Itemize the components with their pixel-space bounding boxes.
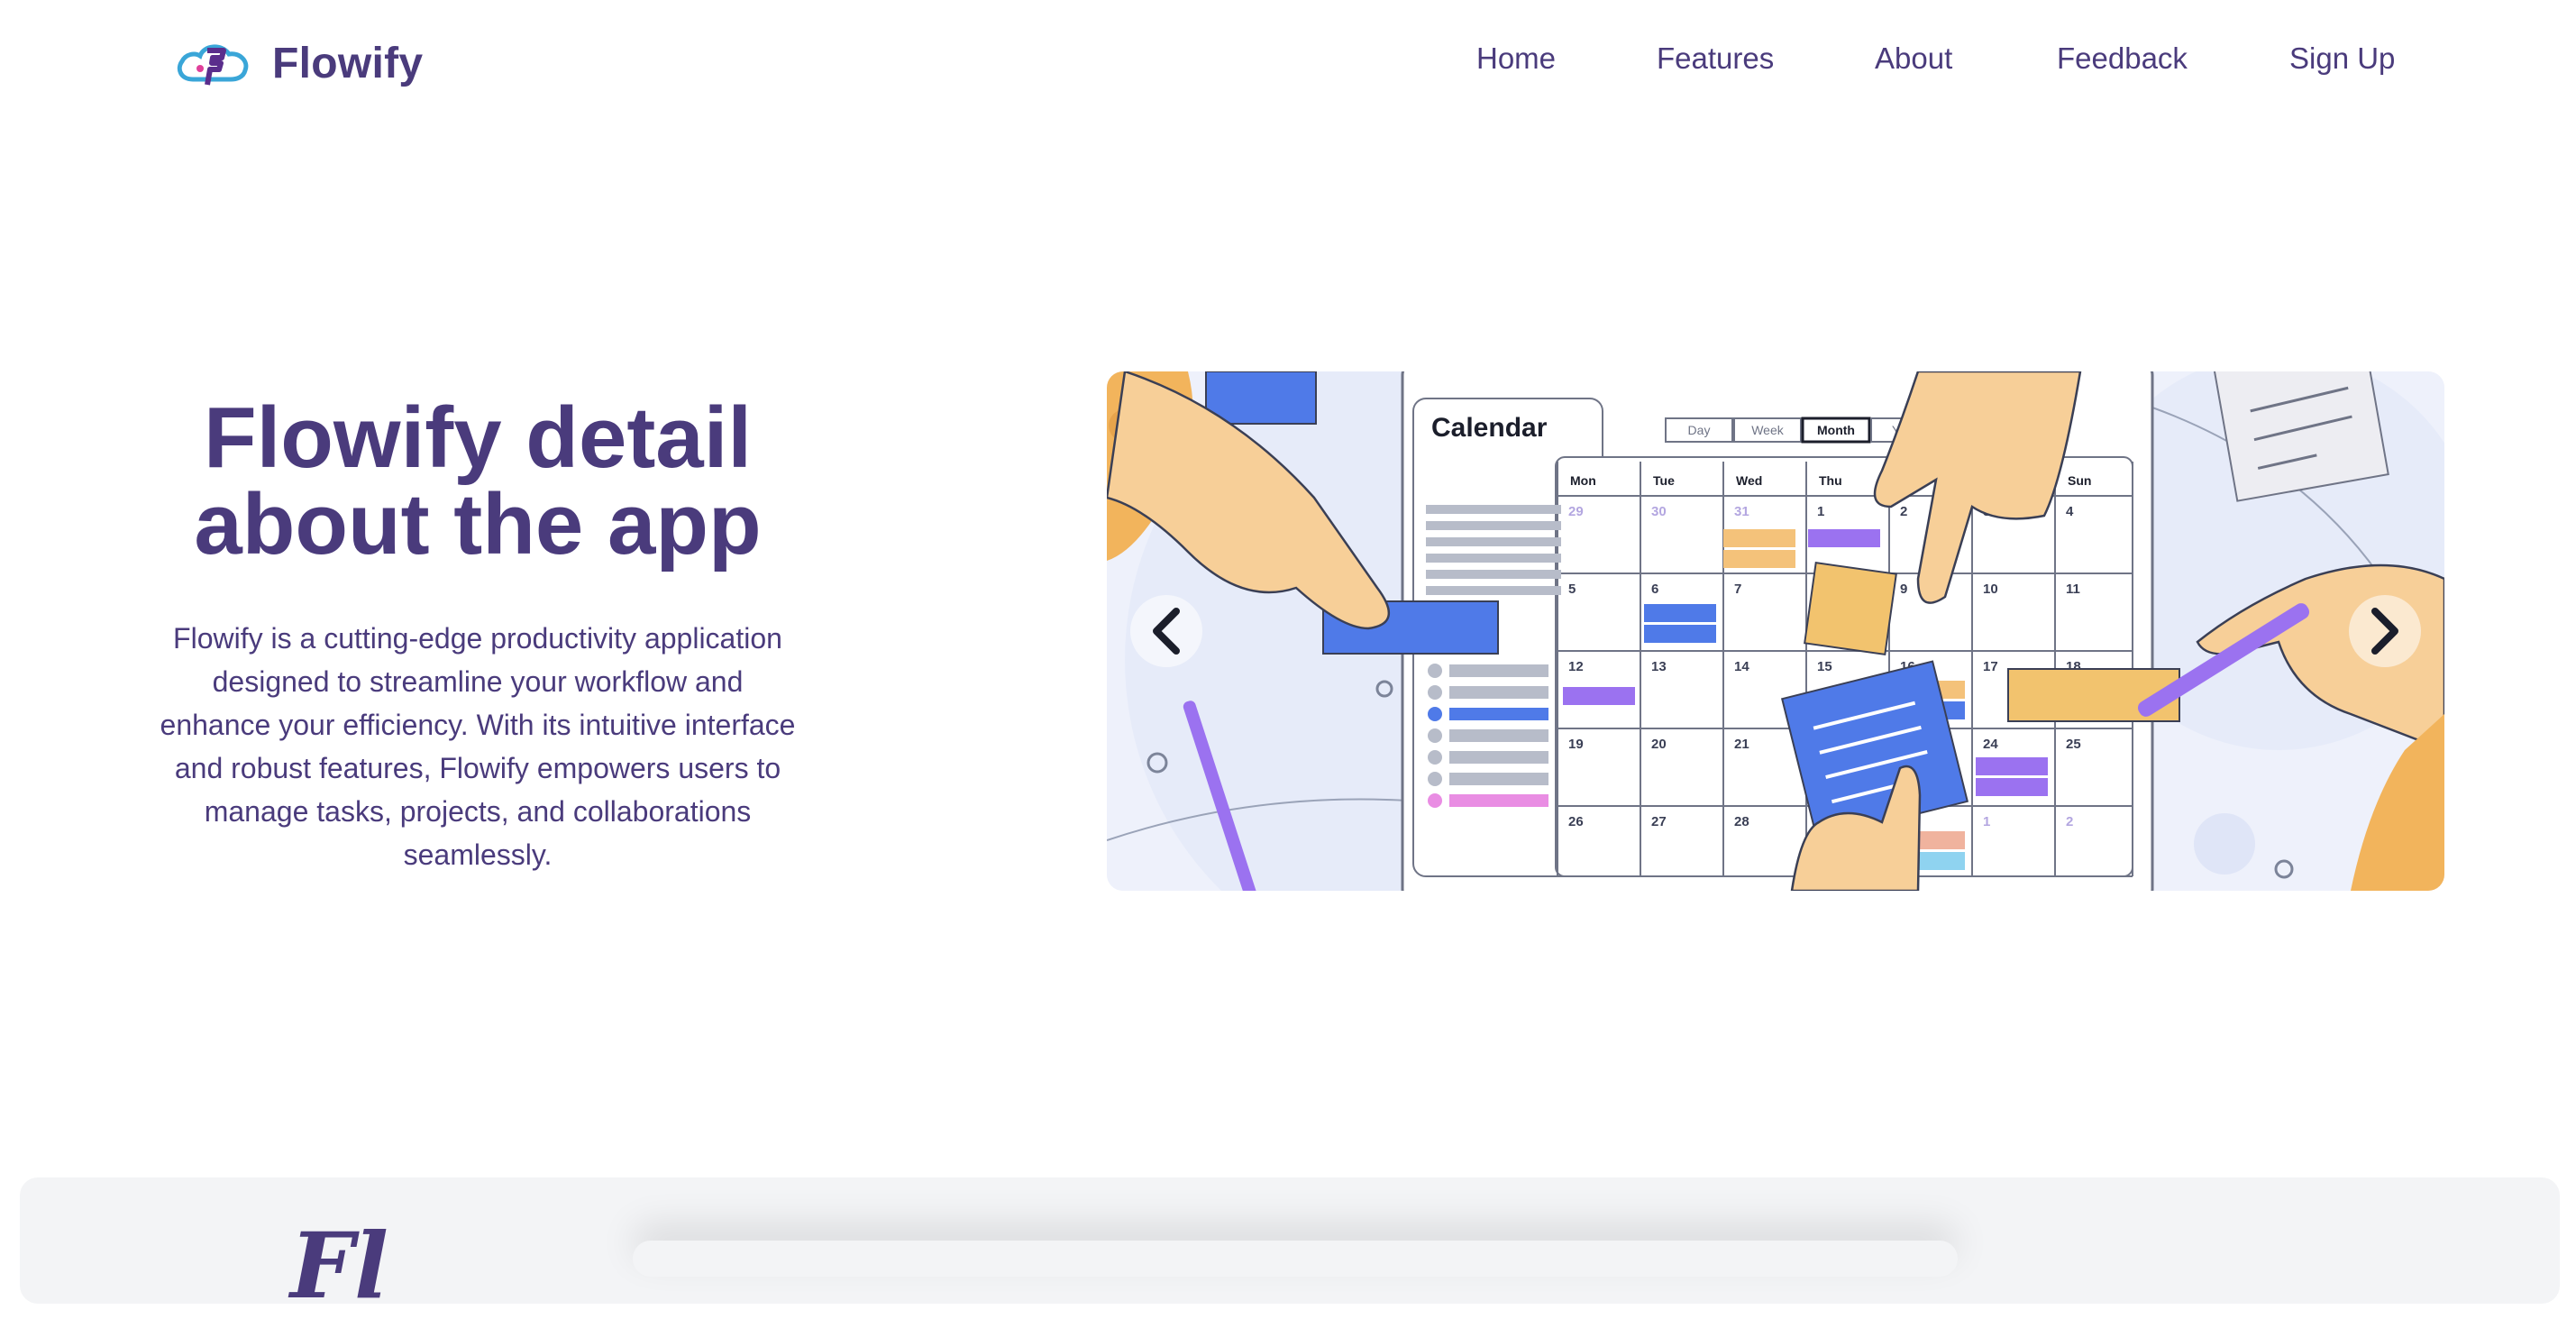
calendar-day-number: 15	[1817, 659, 1832, 674]
calendar-day-number: 25	[2066, 737, 2081, 752]
carousel-next-button[interactable]	[2349, 595, 2421, 667]
calendar-day-number: 13	[1651, 659, 1667, 674]
calendar-weekday-label: Thu	[1819, 473, 1842, 488]
calendar-day-number: 1	[1817, 504, 1824, 519]
calendar-day-number: 12	[1568, 659, 1584, 674]
nav-features-link[interactable]: Features	[1657, 41, 1774, 76]
calendar-day-number: 9	[1900, 582, 1907, 597]
calendar-day-number: 30	[1651, 504, 1667, 519]
calendar-day-number: 20	[1651, 737, 1667, 752]
carousel-prev-button[interactable]	[1130, 595, 1202, 667]
calendar-day-number: 11	[2066, 582, 2080, 597]
calendar-weekday-label: Tue	[1653, 473, 1675, 488]
chevron-left-icon	[1153, 608, 1180, 655]
section-logo-text: Fl	[290, 1213, 388, 1319]
calendar-day-number: 24	[1983, 737, 1998, 752]
nav-about-link[interactable]: About	[1875, 41, 1952, 76]
calendar-day-number: 4	[2066, 504, 2074, 519]
calendar-day-number: 17	[1983, 659, 1998, 674]
calendar-view-label: Week	[1751, 423, 1785, 437]
calendar-day-number: 27	[1651, 814, 1667, 829]
calendar-weekday-label: Sun	[2068, 473, 2091, 488]
calendar-weekday-label: Mon	[1570, 473, 1596, 488]
calendar-view-label: Month	[1817, 423, 1855, 437]
calendar-day-number: 19	[1568, 737, 1584, 752]
calendar-day-number: 14	[1734, 659, 1749, 674]
calendar-day-number: 21	[1734, 737, 1749, 752]
calendar-weekday-label: Wed	[1736, 473, 1762, 488]
calendar-day-number: 31	[1734, 504, 1749, 519]
nav-feedback-link[interactable]: Feedback	[2057, 41, 2188, 76]
hero-title: Flowify detail about the app	[194, 389, 762, 572]
calendar-day-number: 10	[1983, 582, 1998, 597]
top-navbar: Flowify Home Features About Feedback Sig…	[0, 0, 2576, 126]
section-card-shadow	[633, 1241, 1958, 1277]
features-section-preview: Fl	[20, 1177, 2560, 1311]
calendar-day-number: 1	[1983, 814, 1990, 829]
calendar-title-text: Calendar	[1431, 413, 1548, 443]
calendar-day-number: 26	[1568, 814, 1584, 829]
main-nav: Home Features About Feedback Sign Up	[0, 0, 2576, 126]
hero-carousel: Calendar DayWeekMonthYear MonTueWedThuFr…	[1107, 371, 2444, 891]
calendar-day-number: 5	[1568, 582, 1576, 597]
calendar-illustration: Calendar DayWeekMonthYear MonTueWedThuFr…	[1107, 371, 2444, 891]
nav-home-link[interactable]: Home	[1476, 41, 1556, 76]
calendar-day-number: 6	[1651, 582, 1658, 597]
calendar-day-number: 2	[1900, 504, 1907, 519]
calendar-day-number: 29	[1568, 504, 1584, 519]
calendar-day-number: 28	[1734, 814, 1749, 829]
calendar-day-number: 7	[1734, 582, 1741, 597]
calendar-view-label: Day	[1688, 423, 1711, 437]
nav-signup-link[interactable]: Sign Up	[2289, 41, 2395, 76]
calendar-day-number: 2	[2066, 814, 2073, 829]
hero-description: Flowify is a cutting-edge productivity a…	[160, 622, 796, 871]
chevron-right-icon	[2371, 608, 2398, 655]
